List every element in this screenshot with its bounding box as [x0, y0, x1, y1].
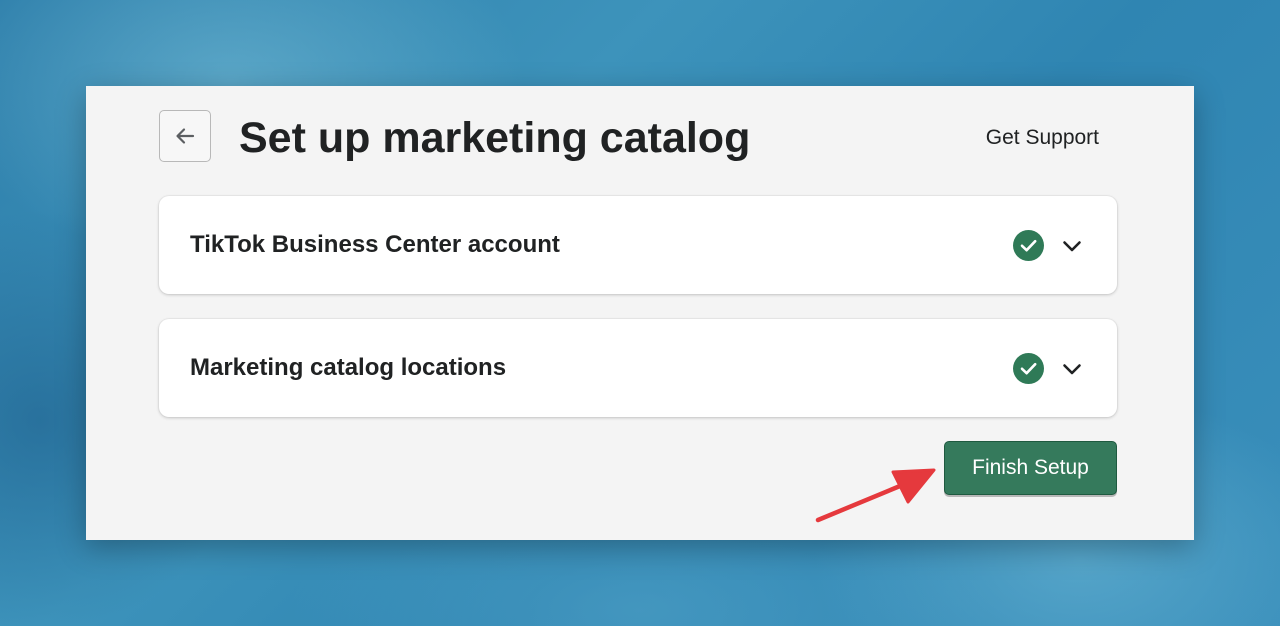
page-title: Set up marketing catalog: [239, 114, 751, 162]
checkmark-circle-icon: [1013, 230, 1044, 261]
chevron-down-icon[interactable]: [1060, 234, 1084, 258]
step-title: Marketing catalog locations: [190, 354, 507, 381]
back-button[interactable]: [159, 110, 211, 162]
step-card-business-center[interactable]: TikTok Business Center account: [159, 196, 1117, 294]
step-title: TikTok Business Center account: [190, 231, 560, 258]
finish-setup-button[interactable]: Finish Setup: [944, 441, 1117, 495]
setup-panel: Set up marketing catalog Get Support Tik…: [86, 86, 1194, 540]
arrow-left-icon: [176, 128, 195, 144]
chevron-down-icon[interactable]: [1060, 357, 1084, 381]
step-card-catalog-locations[interactable]: Marketing catalog locations: [159, 319, 1117, 417]
get-support-link[interactable]: Get Support: [986, 122, 1099, 154]
checkmark-circle-icon: [1013, 353, 1044, 384]
